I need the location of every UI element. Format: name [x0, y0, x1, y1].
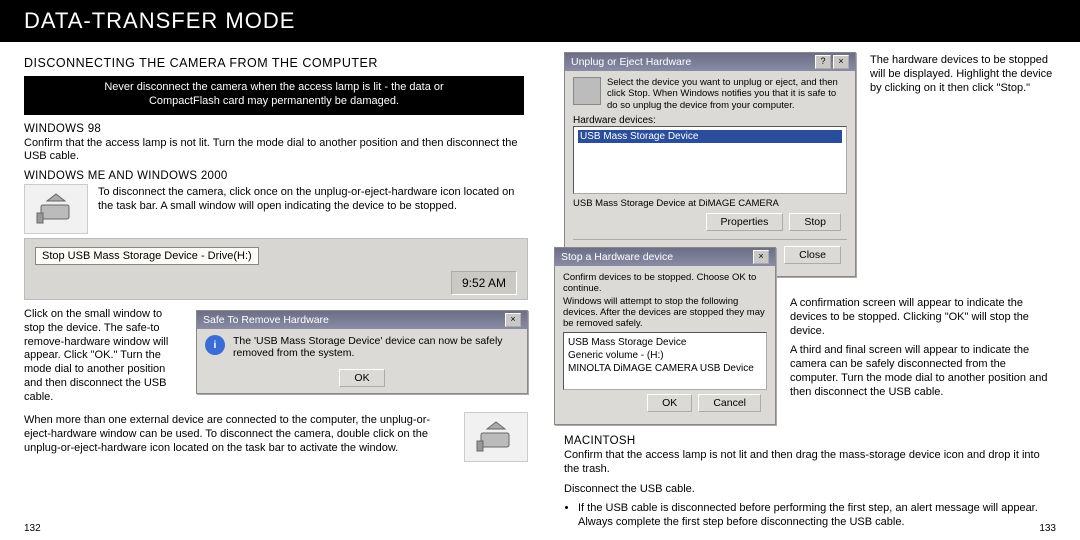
hardware-devices-label: Hardware devices:	[573, 115, 847, 126]
warning-line-1: Never disconnect the camera when the acc…	[34, 80, 514, 94]
stop-hardware-dialog: Stop a Hardware device × Confirm devices…	[554, 247, 776, 425]
taskbar-tooltip: Stop USB Mass Storage Device - Drive(H:)	[35, 247, 259, 265]
ok-button[interactable]: OK	[339, 369, 384, 387]
list-item[interactable]: MINOLTA DiMAGE CAMERA USB Device	[568, 362, 762, 375]
list-item[interactable]: Generic volume - (H:)	[568, 349, 762, 362]
device-icon	[573, 77, 601, 105]
safe-remove-title: Safe To Remove Hardware	[203, 314, 329, 326]
stop-line-2: Windows will attempt to stop the followi…	[563, 296, 767, 329]
page-number-right: 133	[1039, 523, 1056, 534]
properties-button[interactable]: Properties	[706, 213, 784, 231]
stop-line-1: Confirm devices to be stopped. Choose OK…	[563, 272, 767, 294]
taskbar-screenshot: Stop USB Mass Storage Device - Drive(H:)…	[24, 238, 528, 300]
windows-me-text: To disconnect the camera, click once on …	[98, 186, 528, 228]
warning-line-2: CompactFlash card may permanently be dam…	[34, 94, 514, 108]
unplug-title: Unplug or Eject Hardware	[571, 56, 691, 68]
close-icon[interactable]: ×	[505, 313, 521, 327]
mac-bullet-1: If the USB cable is disconnected before …	[578, 502, 1056, 530]
unplug-instructions: Select the device you want to unplug or …	[607, 77, 847, 111]
windows-me-2000-heading: WINDOWS ME AND WINDOWS 2000	[24, 170, 528, 182]
close-button[interactable]: Close	[784, 246, 841, 264]
windows-98-text: Confirm that the access lamp is not lit.…	[24, 137, 528, 165]
close-icon[interactable]: ×	[753, 250, 769, 264]
warning-box: Never disconnect the camera when the acc…	[24, 76, 524, 115]
macintosh-disconnect: Disconnect the USB cable.	[564, 483, 1056, 497]
macintosh-text: Confirm that the access lamp is not lit …	[564, 449, 1056, 477]
hardware-caption: The hardware devices to be stopped will …	[870, 54, 1056, 95]
ok-button[interactable]: OK	[647, 394, 692, 412]
hardware-devices-list[interactable]: USB Mass Storage Device	[573, 126, 847, 194]
confirm-caption: A confirmation screen will appear to ind…	[790, 297, 1056, 338]
device-detail-line: USB Mass Storage Device at DiMAGE CAMERA	[573, 198, 847, 209]
side-note-text: Click on the small window to stop the de…	[24, 308, 184, 404]
page-132: DISCONNECTING THE CAMERA FROM THE COMPUT…	[0, 0, 548, 540]
eject-hardware-icon-2	[464, 412, 528, 462]
macintosh-notes: If the USB cable is disconnected before …	[564, 502, 1056, 530]
eject-hardware-icon	[24, 184, 88, 234]
third-screen-caption: A third and final screen will appear to …	[790, 344, 1056, 399]
safe-remove-dialog: Safe To Remove Hardware × i The 'USB Mas…	[196, 310, 528, 394]
windows-98-heading: WINDOWS 98	[24, 123, 528, 135]
multi-device-text: When more than one external device are c…	[24, 414, 452, 456]
stop-device-list[interactable]: USB Mass Storage Device Generic volume -…	[563, 332, 767, 390]
close-icon[interactable]: ×	[833, 55, 849, 69]
safe-remove-body: The 'USB Mass Storage Device' device can…	[233, 335, 519, 359]
macintosh-heading: MACINTOSH	[564, 435, 1056, 447]
page-number-left: 132	[24, 523, 41, 534]
subheading: DISCONNECTING THE CAMERA FROM THE COMPUT…	[24, 56, 528, 70]
cancel-button[interactable]: Cancel	[698, 394, 761, 412]
unplug-eject-dialog: Unplug or Eject Hardware ? × Select the …	[564, 52, 856, 277]
list-item[interactable]: USB Mass Storage Device	[578, 130, 842, 143]
info-icon: i	[205, 335, 225, 355]
page-133: Unplug or Eject Hardware ? × Select the …	[548, 0, 1080, 540]
list-item[interactable]: USB Mass Storage Device	[568, 336, 762, 349]
stop-button[interactable]: Stop	[789, 213, 841, 231]
help-icon[interactable]: ?	[815, 55, 831, 69]
stop-title: Stop a Hardware device	[561, 251, 673, 263]
taskbar-clock: 9:52 AM	[451, 271, 517, 295]
